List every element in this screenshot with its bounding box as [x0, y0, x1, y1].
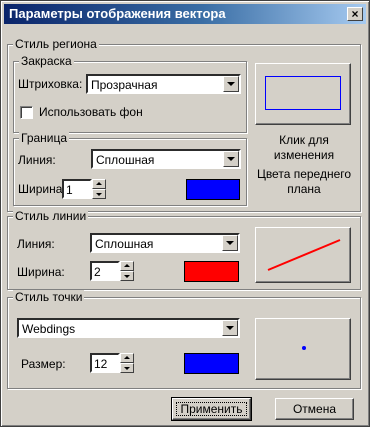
foreground-color-hint: Клик для изменения Цвета переднего плана: [250, 133, 358, 197]
point-size-stepper[interactable]: [120, 353, 134, 373]
title-bar[interactable]: Параметры отображения вектора ×: [4, 4, 366, 24]
border-line-select-value: Сплошная: [96, 153, 155, 167]
window-title: Параметры отображения вектора: [9, 6, 226, 21]
fill-legend: Закраска: [19, 54, 74, 68]
dialog-window: Параметры отображения вектора × Стиль ре…: [0, 0, 370, 427]
border-line-select[interactable]: Сплошная: [91, 149, 241, 169]
line-type-select[interactable]: Сплошная: [90, 233, 240, 253]
spin-down-icon[interactable]: [92, 189, 106, 199]
point-preview-button[interactable]: [255, 318, 351, 380]
point-font-select-value: Webdings: [22, 322, 76, 336]
line-type-label: Линия:: [17, 237, 55, 251]
border-width-stepper[interactable]: [92, 179, 106, 199]
chevron-down-icon[interactable]: [223, 151, 239, 167]
border-width-label: Ширина:: [18, 182, 66, 196]
chevron-down-icon[interactable]: [222, 320, 238, 336]
hatch-select[interactable]: Прозрачная: [86, 74, 241, 94]
use-background-checkbox[interactable]: [20, 106, 33, 119]
point-preview-dot: [302, 346, 306, 350]
border-line-label: Линия:: [18, 153, 56, 167]
line-style-group: Стиль линии Линия: Сплошная Ширина: 2: [7, 209, 361, 290]
chevron-down-icon[interactable]: [222, 235, 238, 251]
apply-button[interactable]: Применить: [171, 397, 252, 421]
point-font-select[interactable]: Webdings: [17, 318, 240, 338]
hatch-select-value: Прозрачная: [91, 78, 158, 92]
hint-line-2: изменения: [273, 148, 335, 162]
region-style-group: Стиль региона Закраска Штриховка: Прозра…: [7, 37, 361, 212]
spin-up-icon[interactable]: [120, 261, 134, 271]
point-style-group: Стиль точки Webdings Размер: 12: [7, 290, 361, 389]
line-preview-svg: [267, 239, 341, 271]
spin-down-icon[interactable]: [120, 271, 134, 281]
border-width-input[interactable]: 1: [62, 179, 92, 199]
hint-line-3: Цвета переднего: [256, 167, 352, 181]
point-size-label: Размер:: [21, 357, 66, 371]
line-color-swatch[interactable]: [184, 261, 239, 282]
border-legend: Граница: [19, 131, 70, 145]
close-button[interactable]: ×: [347, 7, 363, 21]
point-style-legend: Стиль точки: [13, 290, 85, 304]
line-preview-button[interactable]: [255, 227, 351, 283]
line-type-select-value: Сплошная: [95, 237, 154, 251]
fill-group: Закраска Штриховка: Прозрачная Использов…: [13, 54, 247, 133]
close-icon: ×: [351, 7, 359, 21]
point-size-value: 12: [94, 357, 108, 371]
line-width-stepper[interactable]: [120, 261, 134, 281]
spin-up-icon[interactable]: [120, 353, 134, 363]
cancel-button-label: Отмена: [292, 402, 337, 416]
border-width-value: 1: [66, 183, 73, 197]
spin-down-icon[interactable]: [120, 363, 134, 373]
use-background-label[interactable]: Использовать фон: [39, 105, 143, 119]
region-style-legend: Стиль региона: [13, 37, 99, 51]
spin-up-icon[interactable]: [92, 179, 106, 189]
line-width-value: 2: [94, 265, 101, 279]
region-preview-button[interactable]: [255, 63, 351, 125]
border-group: Граница Линия: Сплошная Ширина: 1: [13, 131, 247, 206]
cancel-button[interactable]: Отмена: [275, 398, 354, 420]
line-width-input[interactable]: 2: [90, 261, 120, 281]
line-style-legend: Стиль линии: [13, 209, 89, 223]
line-width-label: Ширина:: [17, 265, 65, 279]
hatch-label: Штриховка:: [18, 77, 83, 91]
chevron-down-icon[interactable]: [223, 76, 239, 92]
line-preview-stroke: [267, 239, 341, 271]
border-color-swatch[interactable]: [186, 179, 240, 200]
region-preview-rect: [265, 76, 341, 110]
point-color-swatch[interactable]: [184, 353, 239, 374]
point-size-input[interactable]: 12: [90, 353, 120, 373]
hint-line-1: Клик для: [279, 133, 329, 147]
apply-button-label: Применить: [180, 402, 243, 416]
hint-line-4: плана: [287, 182, 321, 196]
